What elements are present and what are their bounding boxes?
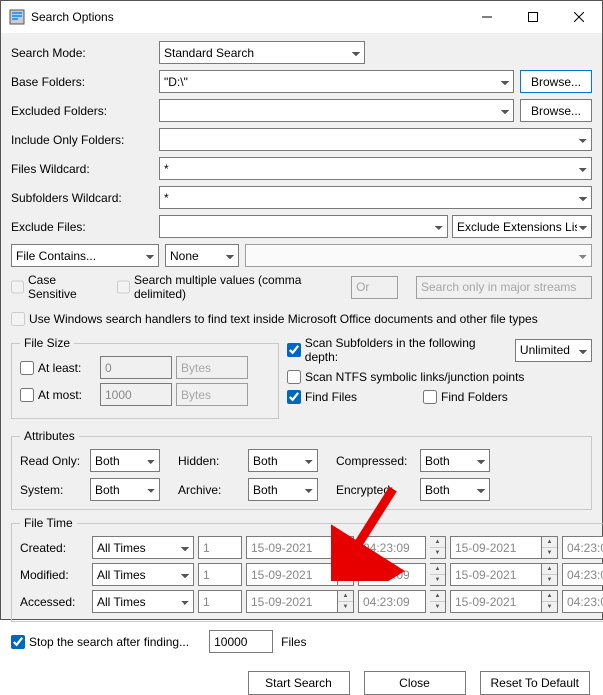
win-handlers-check[interactable]: Use Windows search handlers to find text…	[11, 312, 538, 326]
find-files-check[interactable]: Find Files	[287, 390, 357, 404]
modified-label: Modified:	[20, 568, 92, 582]
archive-select[interactable]: Both	[248, 478, 318, 501]
readonly-select[interactable]: Both	[90, 449, 160, 472]
start-search-button[interactable]: Start Search	[248, 671, 350, 695]
modified-date1[interactable]	[246, 563, 338, 586]
browse-excluded-button[interactable]: Browse...	[520, 99, 592, 122]
accessed-mode[interactable]: All Times	[92, 590, 194, 613]
spinner-icon[interactable]: ▲▼	[542, 590, 558, 613]
or-select[interactable]: Or	[351, 276, 398, 299]
app-icon	[9, 9, 25, 25]
files-label: Files	[281, 635, 306, 649]
at-most-check[interactable]: At most:	[20, 388, 100, 402]
spinner-icon[interactable]: ▲▼	[338, 536, 354, 559]
case-sensitive-check[interactable]: Case Sensitive	[11, 273, 99, 301]
subfolders-wildcard-label: Subfolders Wildcard:	[11, 191, 159, 205]
minimize-button[interactable]	[464, 1, 510, 33]
spinner-icon[interactable]: ▲▼	[542, 536, 558, 559]
excluded-folders-combo[interactable]	[159, 99, 514, 122]
scan-subfolders-check[interactable]: Scan Subfolders in the following depth:	[287, 336, 509, 364]
search-mode-label: Search Mode:	[11, 46, 159, 60]
accessed-time2[interactable]	[562, 590, 603, 613]
modified-mode[interactable]: All Times	[92, 563, 194, 586]
created-label: Created:	[20, 541, 92, 555]
spinner-icon[interactable]: ▲▼	[430, 590, 446, 613]
created-date2[interactable]	[450, 536, 542, 559]
spinner-icon[interactable]: ▲▼	[338, 563, 354, 586]
search-multiple-check[interactable]: Search multiple values (comma delimited)	[117, 273, 333, 301]
at-least-unit[interactable]: Bytes	[176, 356, 248, 379]
spinner-icon[interactable]: ▲▼	[430, 536, 446, 559]
created-time2[interactable]	[562, 536, 603, 559]
stop-count-input[interactable]	[209, 630, 273, 653]
encoding-select[interactable]: None	[165, 244, 239, 267]
archive-label: Archive:	[178, 483, 248, 497]
base-folders-combo[interactable]: "D:\"	[159, 70, 514, 93]
system-label: System:	[20, 483, 90, 497]
excluded-folders-label: Excluded Folders:	[11, 104, 159, 118]
close-button[interactable]: Close	[364, 671, 466, 695]
stop-after-check[interactable]: Stop the search after finding...	[11, 635, 189, 649]
created-date1[interactable]	[246, 536, 338, 559]
created-mode[interactable]: All Times	[92, 536, 194, 559]
encrypted-select[interactable]: Both	[420, 478, 490, 501]
at-most-unit[interactable]: Bytes	[176, 383, 248, 406]
find-folders-check[interactable]: Find Folders	[423, 390, 508, 404]
file-time-group: File Time Created: All Times ▲▼ ▲▼ ▲▼ ▲▼…	[11, 516, 603, 622]
accessed-count[interactable]	[198, 590, 242, 613]
file-contains-select[interactable]: File Contains...	[11, 244, 159, 267]
attributes-legend: Attributes	[20, 429, 79, 443]
hidden-label: Hidden:	[178, 454, 248, 468]
exclude-ext-list-select[interactable]: Exclude Extensions List	[452, 215, 592, 238]
reset-default-button[interactable]: Reset To Default	[480, 671, 591, 695]
include-only-combo[interactable]	[159, 128, 592, 151]
subfolders-wildcard-combo[interactable]: *	[159, 186, 592, 209]
at-least-input[interactable]	[100, 356, 172, 379]
window-title: Search Options	[31, 10, 464, 24]
compressed-select[interactable]: Both	[420, 449, 490, 472]
accessed-date2[interactable]	[450, 590, 542, 613]
file-size-legend: File Size	[20, 336, 74, 350]
file-time-legend: File Time	[20, 516, 77, 530]
close-window-button[interactable]	[556, 1, 602, 33]
major-streams-select[interactable]: Search only in major streams	[416, 276, 592, 299]
modified-date2[interactable]	[450, 563, 542, 586]
created-count[interactable]	[198, 536, 242, 559]
search-mode-select[interactable]: Standard Search	[159, 41, 365, 64]
modified-count[interactable]	[198, 563, 242, 586]
accessed-time1[interactable]	[358, 590, 426, 613]
base-folders-label: Base Folders:	[11, 75, 159, 89]
compressed-label: Compressed:	[336, 454, 420, 468]
file-size-group: File Size At least: Bytes At most: Bytes	[11, 336, 279, 419]
contains-value-combo[interactable]	[245, 244, 592, 267]
exclude-files-label: Exclude Files:	[11, 220, 159, 234]
files-wildcard-label: Files Wildcard:	[11, 162, 159, 176]
accessed-date1[interactable]	[246, 590, 338, 613]
maximize-button[interactable]	[510, 1, 556, 33]
system-select[interactable]: Both	[90, 478, 160, 501]
scan-ntfs-check[interactable]: Scan NTFS symbolic links/junction points	[287, 370, 592, 384]
include-only-label: Include Only Folders:	[11, 133, 159, 147]
exclude-files-combo[interactable]	[159, 215, 448, 238]
title-bar: Search Options	[1, 1, 602, 33]
modified-time1[interactable]	[358, 563, 426, 586]
modified-time2[interactable]	[562, 563, 603, 586]
attributes-group: Attributes Read Only: Both Hidden: Both …	[11, 429, 592, 510]
spinner-icon[interactable]: ▲▼	[430, 563, 446, 586]
accessed-label: Accessed:	[20, 595, 92, 609]
at-least-check[interactable]: At least:	[20, 361, 100, 375]
hidden-select[interactable]: Both	[248, 449, 318, 472]
at-most-input[interactable]	[100, 383, 172, 406]
created-time1[interactable]	[358, 536, 426, 559]
spinner-icon[interactable]: ▲▼	[542, 563, 558, 586]
spinner-icon[interactable]: ▲▼	[338, 590, 354, 613]
browse-base-button[interactable]: Browse...	[520, 70, 592, 93]
encrypted-label: Encrypted:	[336, 483, 420, 497]
files-wildcard-combo[interactable]: *	[159, 157, 592, 180]
readonly-label: Read Only:	[20, 454, 90, 468]
depth-select[interactable]: Unlimited	[515, 339, 592, 362]
